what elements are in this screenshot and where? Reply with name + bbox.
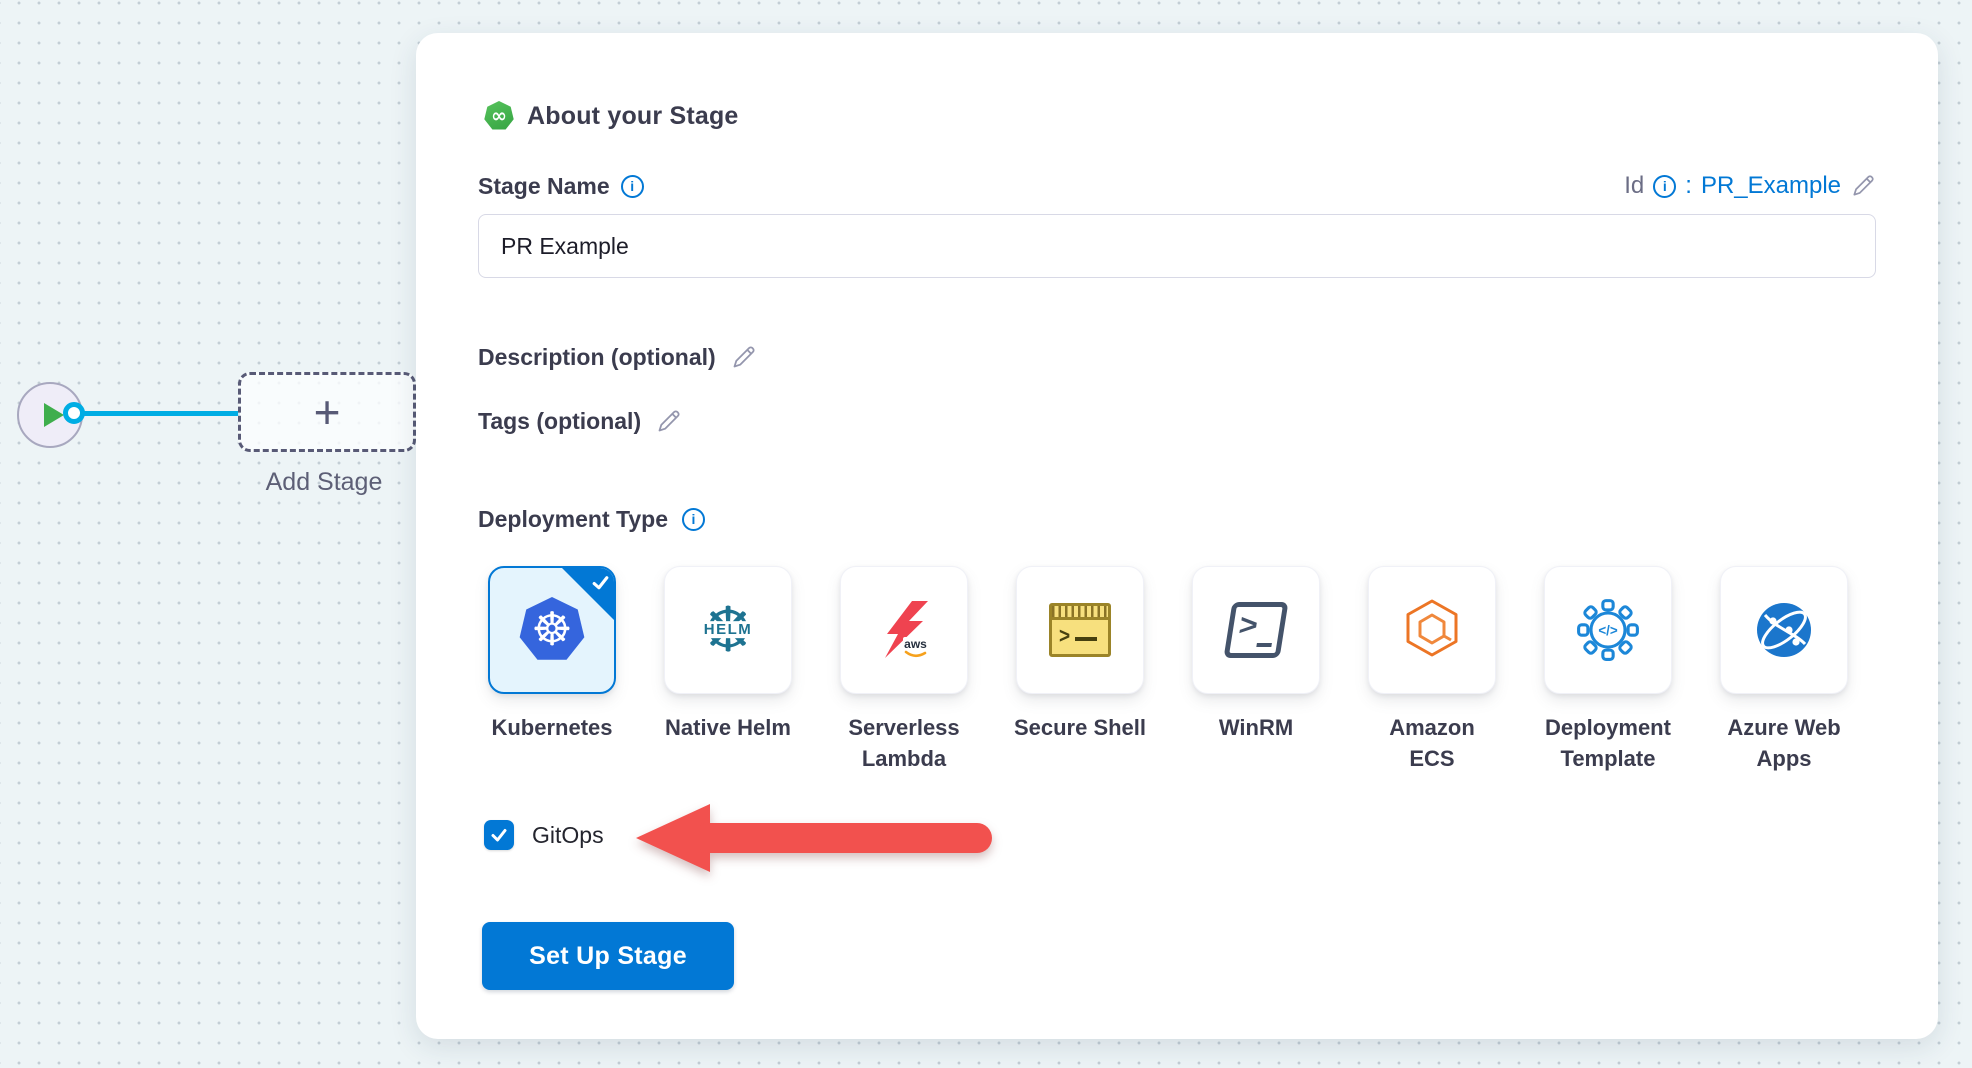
deployment-tile-amazon-ecs[interactable] [1368,566,1496,694]
gitops-checkbox[interactable] [484,820,514,850]
deployment-option-native-helm: ☸ HELM Native Helm [640,566,816,743]
azure-web-apps-icon [1752,598,1816,662]
arrow-head [636,804,710,872]
deployment-option-winrm: > WinRM [1168,566,1344,743]
gitops-label: GitOps [532,822,604,849]
set-up-stage-button[interactable]: Set Up Stage [482,922,734,990]
description-label: Description (optional) [478,344,716,371]
panel-header: ∞ About your Stage [484,101,1876,131]
amazon-ecs-icon [1400,598,1464,662]
deployment-option-deployment-template: </> Deployment Template [1520,566,1696,774]
deployment-tile-serverless-lambda[interactable]: aws [840,566,968,694]
stage-id-label: Id [1624,172,1644,200]
pencil-icon [1850,173,1876,199]
deployment-option-label: Serverless Lambda [829,712,979,774]
edit-id-button[interactable] [1850,173,1876,199]
deployment-option-label: Deployment Template [1533,712,1683,774]
deployment-tile-secure-shell[interactable]: > [1016,566,1144,694]
deployment-option-label: Native Helm [653,712,803,743]
secure-shell-icon: > [1049,603,1111,657]
add-stage-label: Add Stage [228,468,420,497]
deployment-option-label: Azure Web Apps [1709,712,1859,774]
check-icon [590,572,611,593]
edit-tags-button[interactable] [655,408,682,435]
deployment-template-icon: </> [1575,597,1641,663]
deployment-option-label: Kubernetes [477,712,627,743]
deployment-option-label: Amazon ECS [1357,712,1507,774]
deployment-type-label: Deployment Type [478,506,668,533]
stage-name-label: Stage Name [478,173,610,200]
stage-id-value: PR_Example [1701,172,1841,200]
deployment-tile-kubernetes[interactable]: ☸ [488,566,616,694]
stage-connector-line [82,411,240,416]
stage-name-label-row: Stage Name i [478,173,644,200]
stage-name-info-icon[interactable]: i [621,175,644,198]
deployment-option-azure-web-apps: Azure Web Apps [1696,566,1872,774]
check-icon [489,825,509,845]
annotation-arrow [636,804,992,872]
underscore-mark [1256,643,1272,648]
about-stage-panel: ∞ About your Stage Stage Name i Id i : P… [416,33,1938,1039]
deployment-tile-winrm[interactable]: > [1192,566,1320,694]
deployment-tile-native-helm[interactable]: ☸ HELM [664,566,792,694]
edit-description-button[interactable] [730,344,757,371]
pencil-icon [730,344,757,371]
kubernetes-icon: ☸ [519,597,585,663]
cd-module-icon: ∞ [484,101,514,131]
pipeline-canvas: + Add Stage ∞ About your Stage Stage Nam… [0,0,1972,1068]
stage-id-info-icon[interactable]: i [1653,175,1676,198]
deployment-option-label: Secure Shell [1005,712,1155,743]
deployment-option-kubernetes: ☸ Kubernetes [464,566,640,743]
helm-icon: ☸ HELM [696,599,760,661]
stage-id-row: Id i : PR_Example [1624,172,1876,200]
add-stage-button[interactable]: + [238,372,416,452]
tags-label: Tags (optional) [478,408,641,435]
svg-text:</>: </> [1598,623,1618,638]
deployment-option-secure-shell: > Secure Shell [992,566,1168,743]
deployment-type-info-icon[interactable]: i [682,508,705,531]
cursor-dash [1075,637,1097,641]
serverless-lambda-icon: aws [872,598,936,662]
terminal-titlebar [1052,606,1108,620]
deployment-tile-deployment-template[interactable]: </> [1544,566,1672,694]
play-icon [44,403,64,427]
deployment-option-serverless-lambda: aws Serverless Lambda [816,566,992,774]
deployment-tile-azure-web-apps[interactable] [1720,566,1848,694]
pencil-icon [655,408,682,435]
stage-id-separator: : [1685,172,1692,200]
stage-name-input[interactable] [478,214,1876,278]
deployment-option-label: WinRM [1181,712,1331,743]
svg-text:aws: aws [904,637,927,651]
arrow-body [700,823,992,853]
deployment-option-amazon-ecs: Amazon ECS [1344,566,1520,774]
winrm-icon: > [1224,602,1289,658]
connector-port-dot [63,402,85,424]
panel-title: About your Stage [527,102,739,131]
deployment-type-options: ☸ Kubernetes ☸ HELM Na [464,566,1876,774]
